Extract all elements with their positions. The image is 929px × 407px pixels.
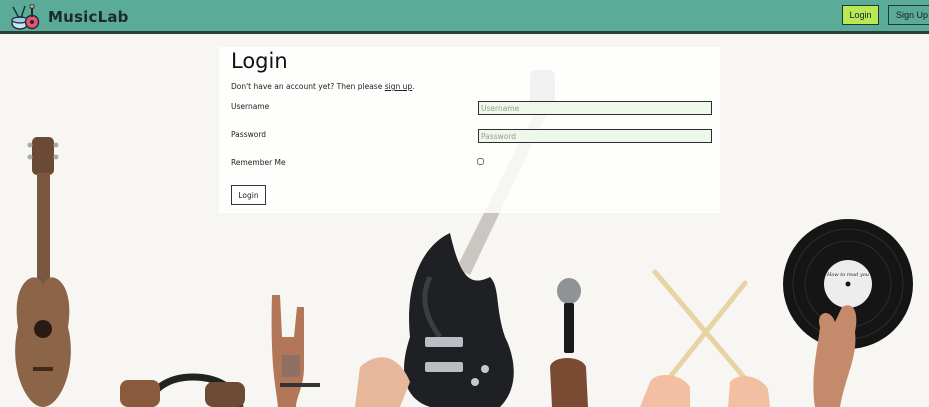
brand[interactable]: MusicLab — [10, 3, 129, 31]
brand-name: MusicLab — [48, 8, 129, 26]
nav-signup-button[interactable]: Sign Up — [888, 5, 929, 25]
username-input[interactable] — [478, 101, 712, 115]
remember-me-checkbox[interactable] — [477, 158, 484, 165]
username-label: Username — [231, 102, 270, 111]
signup-link[interactable]: sign up — [385, 82, 412, 91]
login-submit-button[interactable]: Login — [231, 185, 266, 205]
signup-prompt: Don't have an account yet? Then please s… — [231, 82, 415, 91]
headphones-illustration — [120, 373, 245, 407]
vinyl-label-text: How to read you — [826, 272, 869, 278]
signup-prompt-end: . — [412, 82, 415, 91]
password-label: Password — [231, 130, 267, 139]
password-input[interactable] — [478, 129, 712, 143]
top-navbar: MusicLab Login Sign Up — [0, 0, 929, 34]
signup-prompt-text: Don't have an account yet? Then please — [231, 82, 385, 91]
ukulele-illustration — [15, 137, 71, 407]
login-form: Login Don't have an account yet? Then pl… — [219, 47, 720, 213]
music-logo-icon — [11, 4, 40, 30]
drumsticks-illustration — [640, 269, 770, 407]
page-title: Login — [231, 49, 288, 73]
rock-hand-illustration — [271, 295, 320, 407]
nav-login-button[interactable]: Login — [842, 5, 879, 25]
vinyl-record-illustration: How to read you — [783, 219, 913, 407]
microphone-illustration — [550, 278, 588, 407]
remember-me-label: Remember Me — [231, 158, 286, 167]
